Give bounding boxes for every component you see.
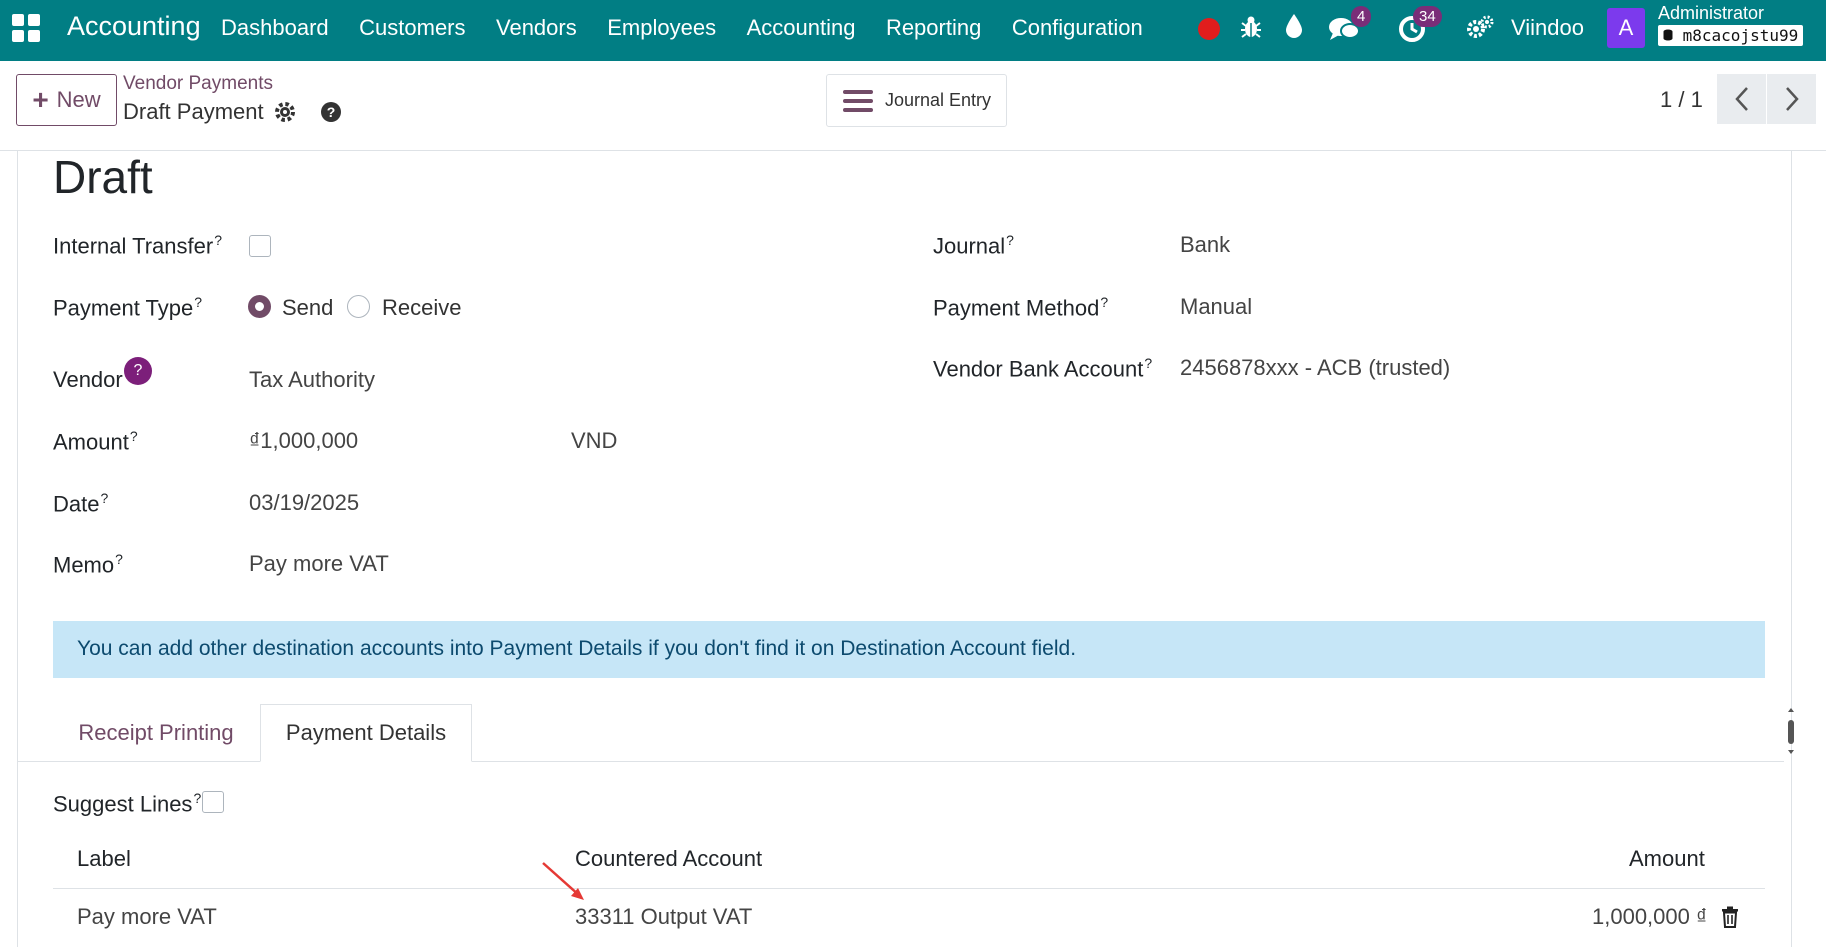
- vendor-label: Vendor: [53, 367, 123, 392]
- vendor-help-tooltip[interactable]: ?: [124, 357, 152, 385]
- user-avatar[interactable]: A: [1607, 8, 1645, 48]
- memo-value[interactable]: Pay more VAT: [249, 551, 389, 577]
- row-amount-cell[interactable]: 1,000,000 ₫: [1592, 904, 1707, 930]
- currency-value[interactable]: VND: [571, 428, 617, 454]
- payment-status-title: Draft: [53, 151, 153, 203]
- breadcrumb-vendor-payments[interactable]: Vendor Payments: [123, 73, 273, 95]
- amount-label: Amount?: [53, 428, 138, 455]
- menu-accounting[interactable]: Accounting: [747, 15, 856, 41]
- bug-icon[interactable]: [1240, 14, 1262, 40]
- new-button[interactable]: + New: [16, 74, 117, 126]
- main-menu: Dashboard Customers Vendors Employees Ac…: [221, 15, 1173, 41]
- plus-icon: +: [32, 84, 49, 115]
- record-icon[interactable]: [1198, 18, 1220, 40]
- chat-count-badge: 4: [1351, 6, 1372, 27]
- scrollbar[interactable]: [1785, 706, 1797, 756]
- vendor-value[interactable]: Tax Authority: [249, 367, 375, 393]
- tab-payment-details[interactable]: Payment Details: [260, 704, 472, 762]
- send-radio-label[interactable]: Send: [282, 295, 333, 321]
- vendor-bank-account-value[interactable]: 2456878xxx - ACB (trusted): [1180, 355, 1450, 381]
- annotation-arrow-icon: [542, 862, 584, 900]
- internal-transfer-label: Internal Transfer?: [53, 232, 222, 259]
- record-title: Draft Payment: [123, 99, 264, 124]
- amount-value[interactable]: ₫1,000,000: [249, 428, 358, 454]
- record-title-row: Draft Payment ?: [123, 99, 342, 125]
- info-alert: You can add other destination accounts i…: [53, 621, 1765, 678]
- suggest-lines-checkbox[interactable]: [202, 791, 224, 813]
- pager-value[interactable]: 1 / 1: [1660, 87, 1703, 113]
- column-header-amount[interactable]: Amount: [1629, 846, 1705, 872]
- menu-reporting[interactable]: Reporting: [886, 15, 981, 41]
- chevron-left-icon: [1734, 87, 1748, 111]
- payment-method-value[interactable]: Manual: [1180, 294, 1252, 320]
- new-button-label: New: [56, 87, 101, 112]
- menu-customers[interactable]: Customers: [359, 15, 465, 41]
- activity-count-badge: 34: [1413, 6, 1442, 27]
- menu-vendors[interactable]: Vendors: [496, 15, 577, 41]
- journal-value[interactable]: Bank: [1180, 232, 1230, 258]
- journal-entry-button[interactable]: Journal Entry: [826, 74, 1007, 127]
- form-sheet: [17, 151, 1792, 947]
- table-header-divider: [53, 888, 1765, 889]
- row-label-cell[interactable]: Pay more VAT: [77, 904, 217, 930]
- payment-type-label: Payment Type?: [53, 294, 203, 321]
- receive-radio-label[interactable]: Receive: [382, 295, 461, 321]
- send-radio[interactable]: [248, 295, 271, 318]
- journal-label: Journal?: [933, 232, 1014, 259]
- menu-employees[interactable]: Employees: [607, 15, 716, 41]
- app-menu-icon[interactable]: [12, 14, 40, 42]
- memo-label: Memo?: [53, 551, 123, 578]
- drop-icon[interactable]: [1285, 13, 1303, 39]
- pager-previous-button[interactable]: [1717, 74, 1766, 124]
- date-label: Date?: [53, 490, 109, 517]
- pager-next-button[interactable]: [1767, 74, 1816, 124]
- database-name: m8cacojstu99: [1682, 26, 1799, 45]
- database-badge: m8cacojstu99: [1658, 25, 1804, 46]
- internal-transfer-checkbox[interactable]: [249, 235, 271, 257]
- date-value[interactable]: 03/19/2025: [249, 490, 359, 516]
- chevron-right-icon: [1785, 87, 1799, 111]
- tab-receipt-printing[interactable]: Receipt Printing: [53, 704, 259, 762]
- trash-icon[interactable]: [1721, 906, 1739, 928]
- settings-gears-icon[interactable]: [1466, 15, 1494, 41]
- company-name[interactable]: Viindoo: [1511, 15, 1584, 41]
- suggest-lines-label: Suggest Lines?: [53, 790, 202, 817]
- database-icon: [1663, 29, 1673, 41]
- menu-dashboard[interactable]: Dashboard: [221, 15, 329, 41]
- user-name[interactable]: Administrator: [1658, 3, 1764, 23]
- menu-configuration[interactable]: Configuration: [1012, 15, 1143, 41]
- column-header-countered-account[interactable]: Countered Account: [575, 846, 762, 872]
- control-panel: + New Vendor Payments Draft Payment ? Jo…: [0, 61, 1826, 151]
- vendor-bank-account-label: Vendor Bank Account?: [933, 355, 1153, 382]
- help-icon-glyph: ?: [326, 104, 335, 120]
- app-name[interactable]: Accounting: [67, 11, 201, 42]
- gear-icon[interactable]: [274, 101, 296, 123]
- list-icon: [843, 89, 873, 112]
- top-navbar: Accounting Dashboard Customers Vendors E…: [0, 0, 1826, 61]
- journal-entry-label: Journal Entry: [885, 90, 992, 110]
- column-header-label[interactable]: Label: [77, 846, 131, 872]
- receive-radio[interactable]: [347, 295, 370, 318]
- help-icon[interactable]: ?: [320, 101, 342, 123]
- row-account-cell[interactable]: 33311 Output VAT: [575, 904, 752, 930]
- payment-method-label: Payment Method?: [933, 294, 1109, 321]
